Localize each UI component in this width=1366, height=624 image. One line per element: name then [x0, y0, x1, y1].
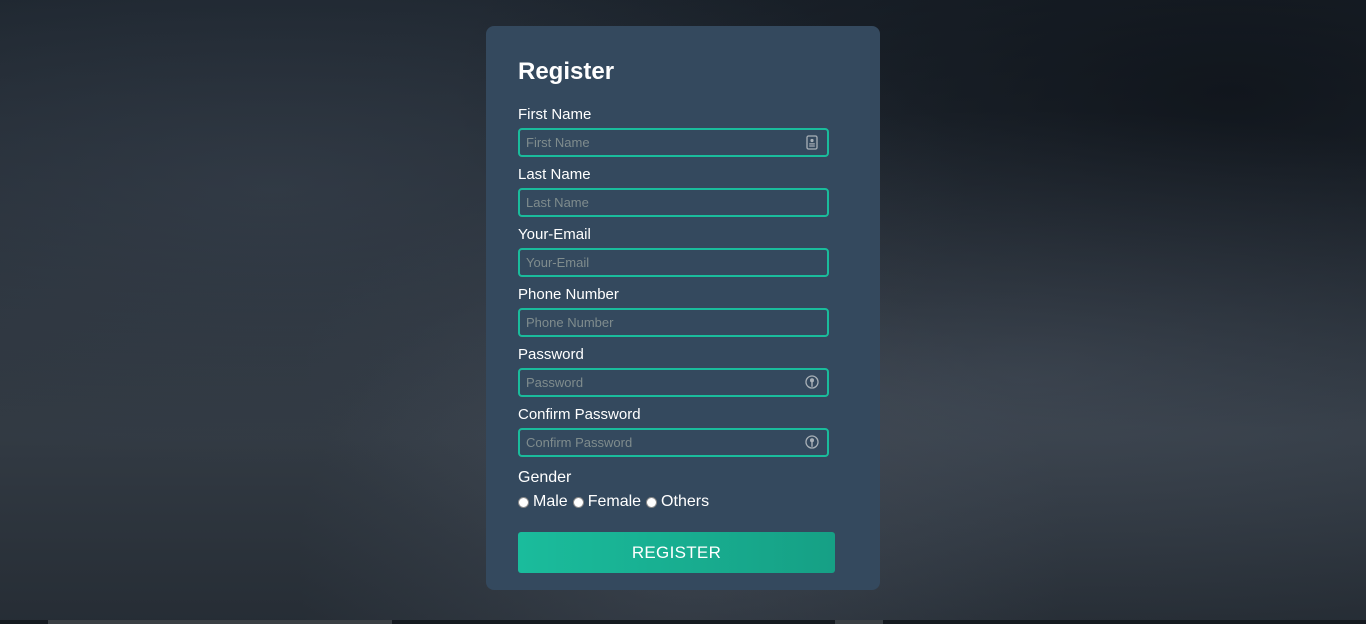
- key-icon[interactable]: [805, 435, 819, 450]
- password-input-wrapper: [518, 368, 829, 397]
- password-label: Password: [518, 346, 584, 363]
- register-card: Register First Name Last Name Your-Email…: [486, 26, 880, 590]
- first-name-input-wrapper: [518, 128, 829, 157]
- gender-option-male[interactable]: Male: [518, 493, 568, 511]
- phone-label: Phone Number: [518, 286, 619, 303]
- others-label: Others: [661, 493, 710, 510]
- confirm-password-input-wrapper: [518, 428, 829, 457]
- first-name-field: First Name: [518, 106, 829, 157]
- email-label: Your-Email: [518, 226, 591, 243]
- female-radio[interactable]: [572, 496, 584, 508]
- password-input[interactable]: [520, 370, 827, 395]
- last-name-input[interactable]: [520, 190, 827, 215]
- gender-group: Gender Male Female Others: [518, 469, 829, 511]
- gender-label: Gender: [518, 469, 572, 486]
- bottom-strip-segment: [835, 620, 883, 624]
- male-radio[interactable]: [518, 496, 529, 508]
- gender-option-female[interactable]: Female: [572, 493, 642, 511]
- phone-input-wrapper: [518, 308, 829, 337]
- others-radio[interactable]: [646, 496, 658, 508]
- gender-option-others[interactable]: Others: [646, 493, 709, 511]
- phone-field: Phone Number: [518, 286, 829, 337]
- key-icon[interactable]: [805, 375, 819, 390]
- last-name-input-wrapper: [518, 188, 829, 217]
- male-label: Male: [533, 493, 568, 510]
- phone-input[interactable]: [520, 310, 827, 335]
- form-title: Register: [518, 58, 615, 85]
- confirm-password-field: Confirm Password: [518, 406, 829, 457]
- bottom-strip: [0, 620, 1366, 624]
- email-field: Your-Email: [518, 226, 829, 277]
- female-label: Female: [587, 493, 642, 510]
- first-name-label: First Name: [518, 106, 592, 123]
- last-name-field: Last Name: [518, 166, 829, 217]
- email-input-wrapper: [518, 248, 829, 277]
- id-card-icon[interactable]: [805, 135, 819, 150]
- password-field: Password: [518, 346, 829, 397]
- last-name-label: Last Name: [518, 166, 591, 183]
- first-name-input[interactable]: [520, 130, 827, 155]
- bottom-strip-segment: [48, 620, 392, 624]
- confirm-password-input[interactable]: [520, 430, 827, 455]
- register-button[interactable]: REGISTER: [518, 532, 835, 573]
- gender-options: Male Female Others: [518, 493, 829, 511]
- email-input[interactable]: [520, 250, 827, 275]
- confirm-password-label: Confirm Password: [518, 406, 641, 423]
